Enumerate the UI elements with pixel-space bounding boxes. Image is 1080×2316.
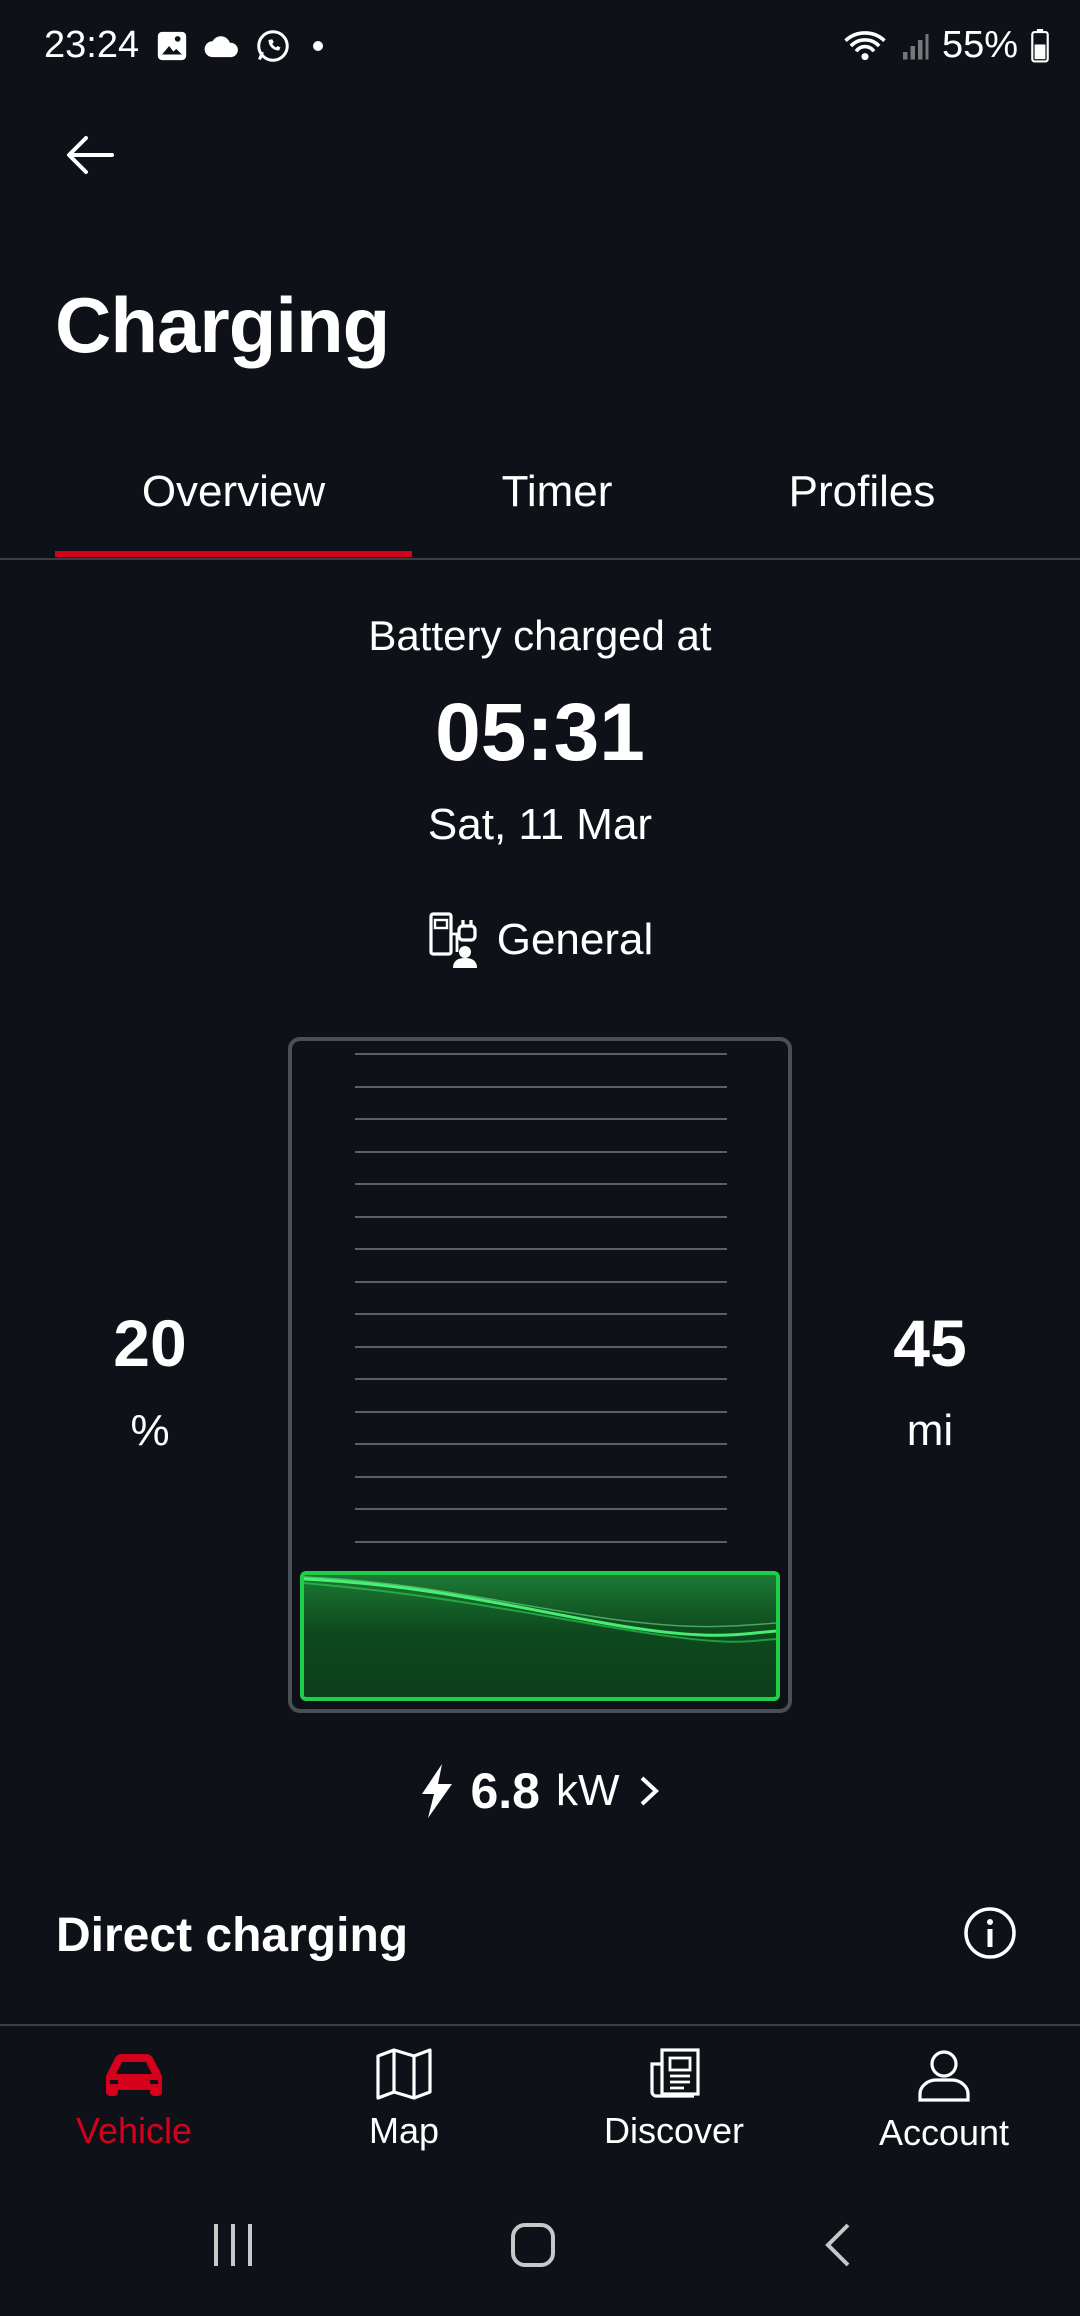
whatsapp-icon: [257, 30, 289, 62]
nav-discover-label: Discover: [603, 2110, 745, 2151]
back-arrow-icon[interactable]: [60, 125, 120, 185]
nav-map[interactable]: Map: [304, 2048, 504, 2152]
power-unit: kW: [555, 1766, 620, 1815]
battery-percent: 55%: [941, 24, 1018, 66]
tab-profiles[interactable]: Profiles: [712, 450, 1012, 558]
status-time: 23:24: [44, 24, 140, 66]
tab-bar: Overview Timer Profiles: [0, 450, 1080, 560]
charge-complete-date: Sat, 11 Mar: [427, 800, 653, 849]
battery-fill-level: [300, 1571, 780, 1701]
profile-name: General: [496, 915, 654, 964]
recent-apps-icon[interactable]: [210, 2222, 256, 2268]
nav-account-label: Account: [878, 2112, 1010, 2153]
charging-power[interactable]: 6.8 kW: [0, 1762, 1080, 1820]
system-back-icon[interactable]: [820, 2222, 856, 2268]
status-notification-icons: [155, 28, 323, 64]
charging-profile[interactable]: General: [0, 910, 1080, 970]
tab-timer[interactable]: Timer: [412, 450, 702, 558]
charging-station-icon: [429, 912, 477, 968]
charge-complete-time: 05:31: [435, 687, 645, 778]
nav-account[interactable]: Account: [844, 2048, 1044, 2154]
system-navigation-bar: [0, 2186, 1080, 2316]
nav-map-label: Map: [368, 2110, 440, 2151]
map-icon: [376, 2048, 432, 2100]
info-icon[interactable]: [962, 1905, 1018, 1961]
newspaper-icon: [650, 2048, 700, 2098]
cloud-icon: [204, 36, 238, 58]
chevron-right-icon: [640, 1776, 659, 1806]
nav-vehicle[interactable]: Vehicle: [34, 2048, 234, 2152]
tab-overview[interactable]: Overview: [55, 450, 412, 558]
page-title: Charging: [55, 281, 390, 369]
soc-unit: %: [130, 1406, 170, 1455]
direct-charging-heading: Direct charging: [56, 1909, 409, 1962]
lightning-icon: [422, 1764, 453, 1818]
power-value: 6.8: [470, 1763, 540, 1819]
battery-gauge: [288, 1037, 792, 1713]
gallery-icon: [157, 31, 187, 61]
nav-vehicle-label: Vehicle: [75, 2110, 193, 2151]
dot-icon: [313, 41, 323, 51]
wifi-icon: [844, 30, 886, 60]
gauge-scale-lines: [355, 1053, 727, 1573]
range-unit: mi: [906, 1406, 954, 1455]
home-icon[interactable]: [510, 2222, 556, 2268]
battery-charged-label: Battery charged at: [368, 612, 712, 659]
battery-icon: [1031, 28, 1049, 63]
soc-value: 20: [113, 1306, 187, 1380]
user-icon: [918, 2050, 970, 2102]
car-icon: [106, 2054, 162, 2096]
signal-icon: [902, 33, 929, 59]
status-right: 55%: [842, 24, 1050, 67]
nav-discover[interactable]: Discover: [574, 2048, 774, 2152]
range-value: 45: [893, 1306, 967, 1380]
bottom-navigation: Vehicle Map Discover Account: [0, 2026, 1080, 2186]
active-tab-indicator: [55, 551, 412, 557]
